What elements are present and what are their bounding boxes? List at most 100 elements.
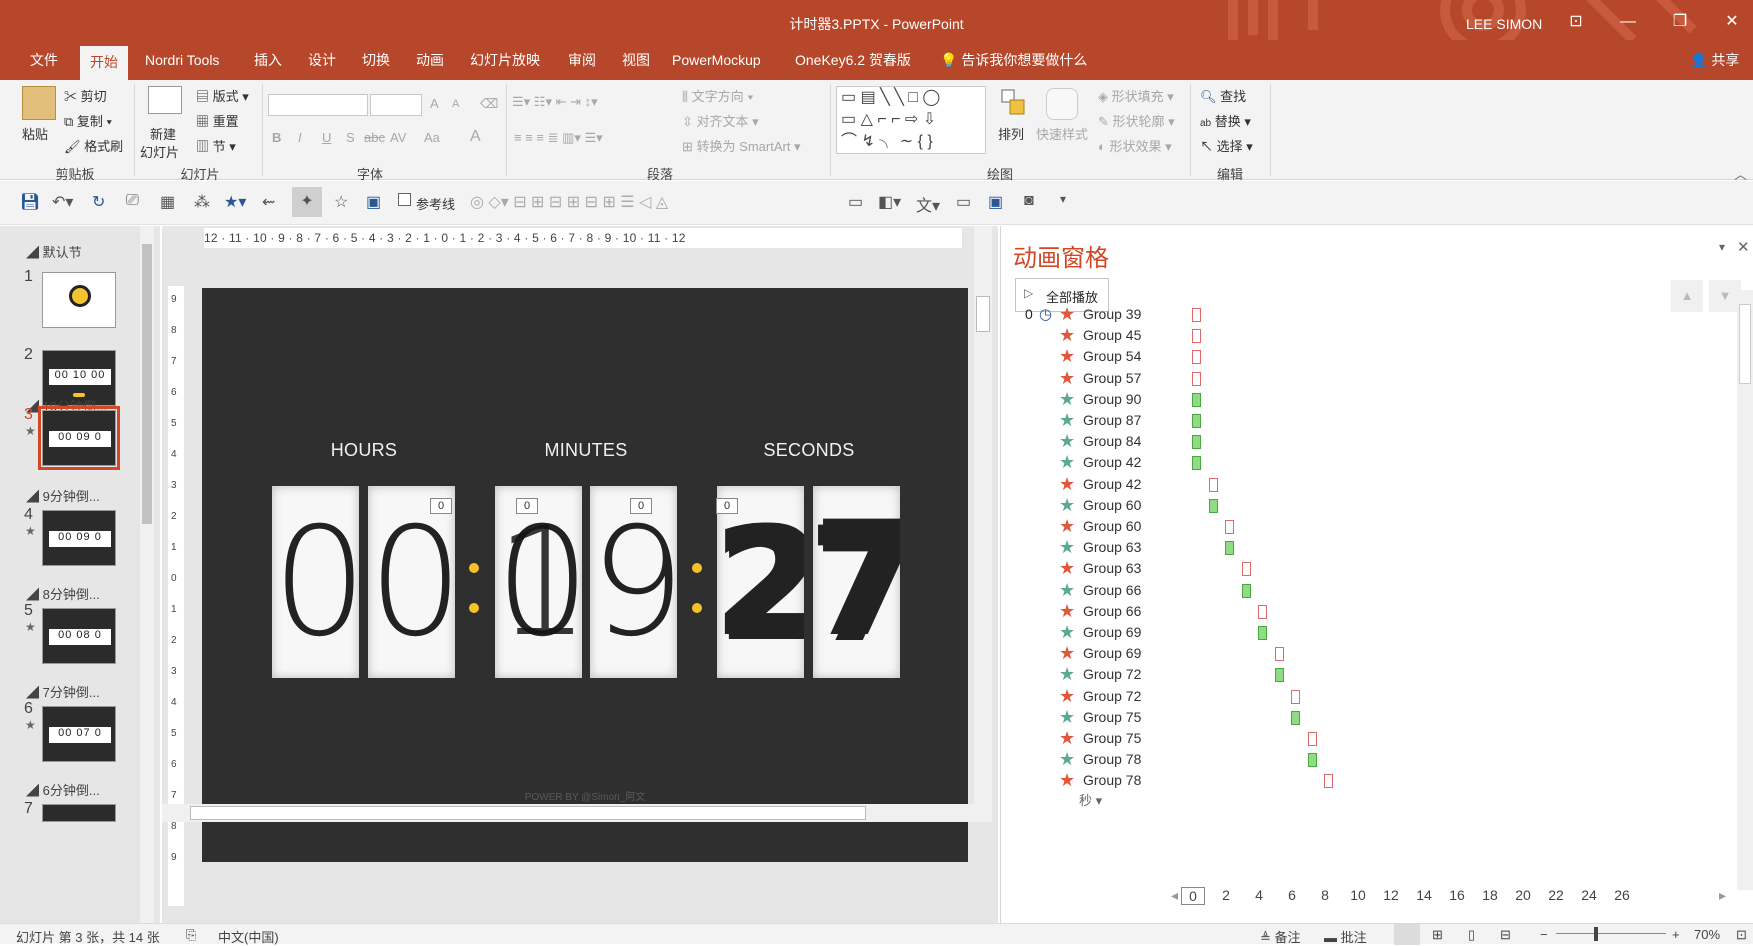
animation-row[interactable]: ★ Group 60 — [1001, 516, 1701, 537]
animation-tag[interactable]: 0 — [430, 498, 452, 514]
layout-button[interactable]: ▤ 版式 ▾ — [196, 86, 249, 105]
zoom-in-button[interactable]: + — [1672, 927, 1680, 942]
underline-button[interactable]: U — [322, 130, 331, 145]
timing-bar[interactable] — [1307, 753, 1317, 768]
new-slide-label[interactable]: 幻灯片 — [140, 142, 179, 161]
pane-scrollbar[interactable] — [1737, 290, 1753, 890]
format-painter-button[interactable]: 🖌 格式刷 — [64, 136, 123, 155]
timing-bar[interactable] — [1307, 732, 1317, 746]
export-icon[interactable]: ▣ — [988, 192, 1003, 212]
timing-bar[interactable] — [1192, 371, 1201, 386]
grow-font-button[interactable]: A — [430, 96, 439, 111]
timing-bar[interactable] — [1258, 604, 1267, 619]
bold-button[interactable]: B — [272, 130, 281, 145]
tab-transitions[interactable]: 切换 — [352, 40, 400, 80]
font-size-combo[interactable] — [370, 94, 422, 116]
slide-thumbnail[interactable]: 00 07 0 — [42, 706, 116, 762]
timing-bar[interactable] — [1258, 626, 1267, 640]
save-icon[interactable]: 💾︎ — [20, 192, 40, 212]
timing-bar[interactable] — [1192, 435, 1201, 450]
tab-view[interactable]: 视图 — [612, 40, 660, 80]
text-shadow-button[interactable]: S — [346, 130, 355, 145]
text-icon[interactable]: 文▾ — [916, 192, 940, 216]
hour-ones-card[interactable]: 0 — [368, 486, 455, 678]
animation-row[interactable]: ★ Group 75 — [1001, 728, 1701, 749]
reading-view-icon[interactable]: ▯ — [1468, 927, 1475, 943]
animation-row[interactable]: ★ Group 60 — [1001, 495, 1701, 516]
char-spacing-button[interactable]: AV — [390, 130, 406, 145]
tab-nordri-tools[interactable]: Nordri Tools — [135, 40, 229, 80]
italic-button[interactable]: I — [298, 130, 302, 145]
tab-powermockup[interactable]: PowerMockup — [662, 40, 771, 80]
animation-row[interactable]: ★ Group 42 — [1001, 452, 1701, 473]
align-tools-icon[interactable]: ◎ ◇▾ ⊟ ⊞ ⊟ ⊞ ⊟ ⊞ ☰ ◁ ◬ — [470, 192, 668, 212]
tab-home[interactable]: 开始 — [80, 46, 128, 80]
editor-horizontal-scrollbar[interactable] — [162, 804, 992, 822]
customize-qat-icon[interactable]: ▾ — [1060, 192, 1066, 206]
notes-icon[interactable]: ▭ — [956, 192, 971, 212]
change-case-button[interactable]: Aa — [424, 130, 440, 145]
slide-canvas[interactable]: HOURS MINUTES SECONDS 0 0 0 1 9 2 7 0 0 … — [202, 288, 968, 862]
arrange-icon[interactable] — [1000, 88, 1028, 118]
undo-icon[interactable]: ↶▾ — [52, 192, 73, 212]
animation-row[interactable]: ★ Group 63 — [1001, 558, 1701, 579]
slide-thumbnail-selected[interactable]: 00 09 0 — [38, 406, 120, 470]
slide-thumbnail[interactable]: 00 08 0 — [42, 608, 116, 664]
zoom-slider-thumb[interactable] — [1594, 927, 1598, 941]
shrink-font-button[interactable]: A — [452, 98, 459, 110]
animation-row[interactable]: ★ Group 63 — [1001, 537, 1701, 558]
scrollbar-thumb[interactable] — [190, 806, 866, 820]
timing-bar[interactable] — [1291, 710, 1300, 725]
tell-me-box[interactable]: 💡 告诉我你想要做什么 — [930, 40, 1097, 80]
align-text-button[interactable]: ⇳ 对齐文本 ▾ — [682, 111, 759, 130]
align-buttons[interactable]: ≡ ≡ ≡ ≣ ▥▾ ☰▾ — [514, 130, 603, 146]
redo-icon[interactable]: ↻ — [92, 192, 105, 212]
animation-tag[interactable]: 0 — [516, 498, 538, 514]
animation-row[interactable]: ★ Group 75 — [1001, 707, 1701, 728]
text-direction-button[interactable]: ⫼ 文字方向 ▾ — [682, 86, 754, 105]
timing-bar[interactable] — [1291, 689, 1300, 704]
timing-bar[interactable] — [1192, 414, 1201, 428]
shape-effects-button[interactable]: ◐ 形状效果 ▾ — [1098, 136, 1172, 155]
section-header[interactable]: ◢ 9分钟倒... — [26, 486, 100, 505]
reset-button[interactable]: ▦ 重置 — [196, 111, 239, 130]
timeline-right-arrow[interactable]: ▸ — [1719, 887, 1726, 904]
smartart-button[interactable]: ⊞ 转换为 SmartArt ▾ — [682, 136, 801, 155]
shape-outline-button[interactable]: ✎ 形状轮廓 ▾ — [1098, 111, 1175, 130]
timing-bar[interactable] — [1241, 562, 1251, 577]
slide-thumbnail[interactable] — [42, 804, 116, 822]
animation-painter-icon[interactable]: ⇜ — [262, 192, 275, 212]
animation-row[interactable]: ★ Group 90 — [1001, 389, 1701, 410]
minute-tens-card[interactable]: 0 1 — [495, 486, 582, 678]
guides-checkbox[interactable] — [398, 193, 411, 206]
normal-view-icon[interactable] — [1394, 924, 1420, 945]
select-button[interactable]: ↖ 选择 ▾ — [1200, 136, 1253, 155]
animation-tag[interactable]: 0 — [716, 498, 738, 514]
timing-bar[interactable] — [1208, 498, 1218, 513]
notes-button[interactable]: ≜ 备注 — [1260, 927, 1301, 946]
close-pane-icon[interactable]: ✕ — [1737, 238, 1750, 256]
tab-file[interactable]: 文件 — [20, 40, 68, 80]
close-icon[interactable]: ✕ — [1718, 10, 1746, 34]
strikethrough-button[interactable]: abc — [364, 130, 385, 145]
paste-button[interactable]: 粘贴 — [22, 124, 48, 143]
font-color-button[interactable]: A — [470, 128, 481, 146]
animation-row[interactable]: ★ Group 66 — [1001, 601, 1701, 622]
grid-icon[interactable]: ▦ — [160, 192, 175, 212]
color-fill-icon[interactable]: ◧▾ — [878, 192, 901, 212]
animation-tag[interactable]: 0 — [630, 498, 652, 514]
animation-row[interactable]: ★ Group 84 — [1001, 431, 1701, 452]
tab-onekey[interactable]: OneKey6.2 贺春版 — [785, 40, 921, 80]
animation-row[interactable]: ★ Group 87 — [1001, 410, 1701, 431]
star-icon[interactable]: ★▾ — [224, 192, 246, 212]
second-tens-card[interactable]: 2 — [717, 486, 804, 678]
pane-options-icon[interactable]: ▾ — [1719, 240, 1725, 254]
zoom-level[interactable]: 70% — [1694, 927, 1720, 942]
tab-slideshow[interactable]: 幻灯片放映 — [460, 40, 550, 80]
animation-row[interactable]: ★ Group 39 — [1001, 304, 1701, 325]
animation-row[interactable]: ★ Group 72 — [1001, 686, 1701, 707]
timing-bar[interactable] — [1192, 308, 1201, 322]
scrollbar-thumb[interactable] — [1739, 304, 1751, 384]
animation-row[interactable]: ★ Group 69 — [1001, 643, 1701, 664]
hour-tens-card[interactable]: 0 — [272, 486, 359, 678]
